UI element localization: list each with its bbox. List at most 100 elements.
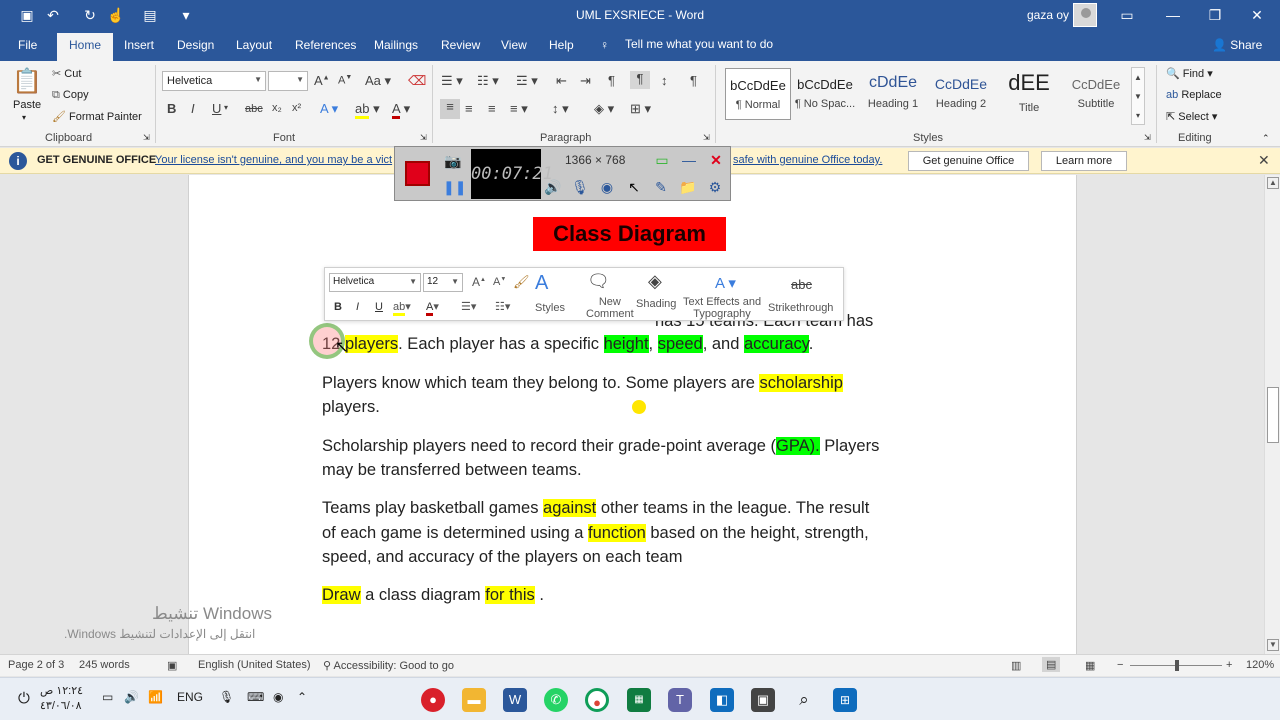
- web-layout-icon[interactable]: ▦: [1085, 659, 1095, 672]
- mini-grow-font-icon[interactable]: A▲: [472, 275, 486, 289]
- superscript-button[interactable]: x²: [292, 102, 301, 114]
- tab-mailings[interactable]: Mailings: [374, 38, 418, 52]
- style-subtitle[interactable]: CcDdEe Subtitle: [1063, 68, 1129, 120]
- user-name[interactable]: gaza oy: [1027, 8, 1069, 22]
- increase-indent-icon[interactable]: ⇥: [580, 73, 591, 89]
- align-center-icon[interactable]: ≡: [465, 101, 473, 116]
- clipboard-launcher-icon[interactable]: ⇲: [143, 133, 150, 142]
- recorder-tray-icon[interactable]: ◉: [273, 690, 283, 704]
- mini-styles-icon[interactable]: A: [535, 272, 548, 295]
- text-effects-button[interactable]: Text Effects and Typography: [683, 296, 761, 320]
- volume-icon[interactable]: 🔊: [124, 690, 139, 704]
- print-layout-icon[interactable]: ▤: [1042, 657, 1061, 672]
- zoom-in-icon[interactable]: +: [1226, 659, 1232, 671]
- tab-review[interactable]: Review: [441, 38, 480, 52]
- scroll-up-icon[interactable]: ▲: [1267, 177, 1279, 189]
- input-language[interactable]: ENG: [177, 690, 203, 704]
- shading-bucket-icon[interactable]: ◈: [648, 271, 662, 292]
- style-heading-1[interactable]: cDdEe Heading 1: [860, 68, 926, 120]
- mini-highlight-icon[interactable]: ab▾: [393, 300, 411, 316]
- battery-icon[interactable]: ▭: [102, 690, 113, 704]
- camera-icon[interactable]: 📷: [443, 151, 463, 171]
- app-window-icon[interactable]: ▣: [751, 688, 775, 712]
- tab-help[interactable]: Help: [549, 38, 574, 52]
- mini-font-color-icon[interactable]: A▾: [426, 300, 439, 316]
- style-heading-2[interactable]: CcDdEe Heading 2: [928, 68, 994, 120]
- zoom-slider-thumb[interactable]: [1175, 660, 1179, 671]
- avatar[interactable]: [1073, 3, 1097, 27]
- underline-dropdown-icon[interactable]: ▾: [224, 103, 228, 112]
- recorder-close-icon[interactable]: ✕: [706, 150, 726, 170]
- new-comment-icon[interactable]: 🗨: [587, 271, 610, 292]
- proofing-icon[interactable]: ▣: [167, 659, 177, 672]
- underline-button[interactable]: U: [212, 101, 221, 116]
- record-stop-button[interactable]: [405, 161, 430, 186]
- snipping-tool-icon[interactable]: ◧: [710, 688, 734, 712]
- multilevel-list-icon[interactable]: ☲ ▾: [516, 73, 538, 89]
- share-button[interactable]: 👤 Share: [1212, 38, 1262, 52]
- tab-design[interactable]: Design: [177, 38, 214, 52]
- tab-home[interactable]: Home: [57, 33, 114, 61]
- mini-shrink-font-icon[interactable]: A▼: [493, 276, 506, 288]
- show-formatting-icon[interactable]: ¶: [690, 73, 697, 88]
- strikethrough-icon[interactable]: abc: [791, 277, 812, 292]
- learn-more-button[interactable]: Learn more: [1041, 151, 1127, 171]
- scroll-thumb[interactable]: [1267, 387, 1279, 443]
- font-name-combo[interactable]: Helvetica ▼: [162, 71, 266, 91]
- close-icon[interactable]: ✕: [1258, 152, 1270, 169]
- cut-button[interactable]: ✂ Cut: [52, 67, 81, 80]
- file-explorer-icon[interactable]: ▬: [462, 688, 486, 712]
- tab-file[interactable]: File: [18, 38, 37, 52]
- chrome-icon[interactable]: ●: [585, 688, 609, 712]
- mini-font-combo[interactable]: Helvetica ▼: [329, 273, 421, 292]
- zoom-level[interactable]: 120%: [1246, 659, 1274, 671]
- style-normal[interactable]: bCcDdEe ¶ Normal: [725, 68, 791, 120]
- start-button-icon[interactable]: ⊞: [833, 688, 857, 712]
- page-count[interactable]: Page 2 of 3: [8, 659, 64, 671]
- tab-layout[interactable]: Layout: [236, 38, 272, 52]
- bold-button[interactable]: B: [167, 101, 176, 116]
- settings-gear-icon[interactable]: ⚙: [705, 177, 725, 197]
- mini-bullets-icon[interactable]: ☰▾: [461, 300, 476, 313]
- mini-shading-label[interactable]: Shading: [636, 298, 676, 310]
- microphone-icon[interactable]: 🎙: [219, 690, 234, 704]
- text-effects-icon[interactable]: A ▾: [320, 101, 338, 117]
- replace-button[interactable]: ab Replace: [1166, 89, 1222, 101]
- paragraph-launcher-icon[interactable]: ⇲: [703, 133, 710, 142]
- find-button[interactable]: 🔍 Find ▾: [1166, 67, 1213, 80]
- read-mode-icon[interactable]: ▥: [1011, 659, 1021, 672]
- styles-launcher-icon[interactable]: ⇲: [1144, 133, 1151, 142]
- zoom-out-icon[interactable]: −: [1117, 659, 1123, 671]
- mini-underline-icon[interactable]: U: [375, 301, 383, 313]
- bullets-icon[interactable]: ☰ ▾: [441, 73, 463, 89]
- teams-icon[interactable]: T: [668, 688, 692, 712]
- message-link-left[interactable]: Your license isn't genuine, and you may …: [155, 154, 392, 166]
- decrease-indent-icon[interactable]: ⇤: [556, 73, 567, 89]
- styles-scroll-icon[interactable]: ▲ ▼ ▾: [1131, 67, 1145, 125]
- speaker-icon[interactable]: 🔊: [543, 177, 563, 197]
- chevron-up-icon[interactable]: ⌃: [297, 690, 307, 704]
- word-count[interactable]: 245 words: [79, 659, 130, 671]
- shading-icon[interactable]: ◈ ▾: [594, 101, 614, 117]
- new-comment-button[interactable]: New Comment: [586, 296, 634, 320]
- paste-dropdown-icon[interactable]: ▾: [22, 113, 26, 122]
- align-right-icon[interactable]: ≡: [488, 101, 496, 116]
- mini-format-painter-icon[interactable]: 🖌: [513, 274, 530, 290]
- region-icon[interactable]: ▭: [652, 150, 672, 170]
- minimize-button[interactable]: —: [1150, 0, 1196, 30]
- style-title[interactable]: dEE Title: [996, 68, 1062, 120]
- search-icon[interactable]: ⌕: [792, 688, 816, 712]
- paste-button[interactable]: Paste: [13, 99, 41, 111]
- recorder-app-icon[interactable]: ●: [421, 688, 445, 712]
- cursor-icon[interactable]: ↖: [624, 177, 644, 197]
- align-left-icon[interactable]: ≡: [440, 99, 460, 119]
- subscript-button[interactable]: x₂: [272, 102, 282, 114]
- select-button[interactable]: ⇱ Select ▾: [1166, 110, 1217, 123]
- strikethrough-button[interactable]: abc: [245, 103, 263, 115]
- get-genuine-button[interactable]: Get genuine Office: [908, 151, 1029, 171]
- rtl-icon[interactable]: ¶: [630, 71, 650, 89]
- close-button[interactable]: ✕: [1234, 0, 1280, 30]
- scroll-down-icon[interactable]: ▼: [1267, 639, 1279, 651]
- italic-button[interactable]: I: [191, 101, 195, 116]
- line-spacing-icon[interactable]: ↕ ▾: [552, 101, 569, 117]
